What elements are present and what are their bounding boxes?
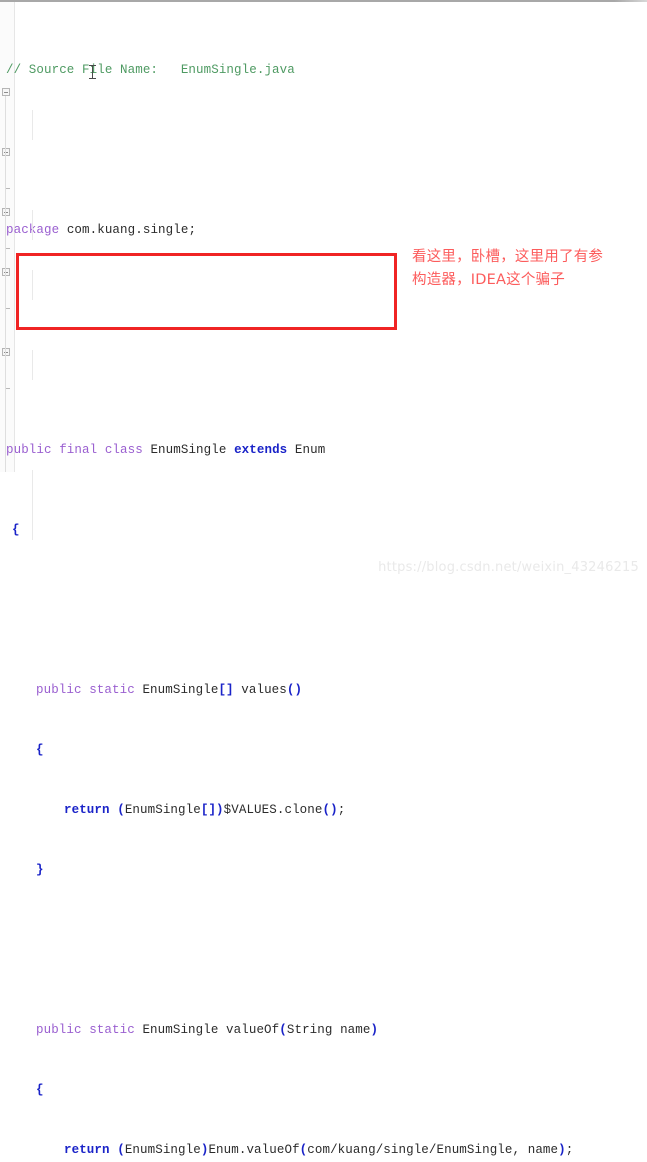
code-line: return (EnumSingle[])$VALUES.clone(); xyxy=(64,803,346,817)
code-editor-pane[interactable]: // Source File Name: EnumSingle.java pac… xyxy=(0,0,647,1157)
annotation-text: 看这里，卧槽，这里用了有参 构造器，IDEA这个骗子 xyxy=(412,246,642,292)
code-comment: // Source File Name: EnumSingle.java xyxy=(6,63,295,77)
indent-guide xyxy=(32,270,33,300)
code-line: } xyxy=(36,863,44,877)
annotation-line-1: 看这里，卧槽，这里用了有参 xyxy=(412,249,604,265)
code-line: { xyxy=(36,1083,44,1097)
watermark-url: https://blog.csdn.net/weixin_43246215 xyxy=(378,560,639,575)
code-line: return (EnumSingle)Enum.valueOf(com/kuan… xyxy=(64,1143,574,1157)
code-line: { xyxy=(12,523,20,537)
indent-guide xyxy=(32,210,33,240)
indent-guide xyxy=(32,470,33,540)
code-line: { xyxy=(36,743,44,757)
source-code-listing[interactable]: // Source File Name: EnumSingle.java pac… xyxy=(0,0,647,1162)
indent-guide xyxy=(32,350,33,380)
annotation-line-2: 构造器，IDEA这个骗子 xyxy=(412,272,565,288)
code-line: public static EnumSingle valueOf(String … xyxy=(36,1023,379,1037)
code-line: public static EnumSingle[] values() xyxy=(36,683,303,697)
code-line: package com.kuang.single; xyxy=(6,223,197,237)
indent-guide xyxy=(32,110,33,140)
code-line: public final class EnumSingle extends En… xyxy=(6,443,326,457)
code-line: // Source File Name: EnumSingle.java xyxy=(0,60,647,80)
